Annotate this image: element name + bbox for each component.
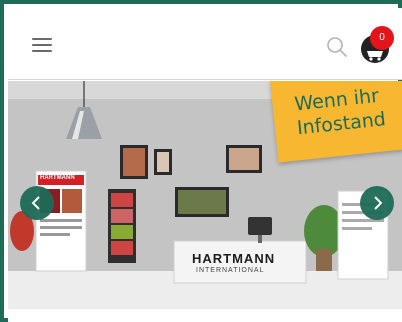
counter-subbrand: INTERNATIONAL: [196, 267, 265, 274]
search-button[interactable]: [324, 34, 350, 60]
cart-count-badge: 0: [370, 26, 394, 50]
carousel-next-button[interactable]: [360, 186, 394, 220]
promo-banner: Wenn ihr Infostand: [270, 81, 402, 163]
chevron-right-icon: [374, 196, 383, 210]
app-frame: 0 HARTMANN HARTMANN INTERNATIONAL Wenn i…: [0, 0, 402, 322]
counter-brand: HARTMANN: [192, 251, 276, 266]
virtual-booth-hero: HARTMANN HARTMANN INTERNATIONAL Wenn ihr…: [8, 81, 402, 309]
cart-button[interactable]: 0: [356, 26, 398, 68]
chevron-left-icon: [31, 196, 40, 210]
top-header: 0: [8, 8, 402, 80]
hamburger-icon[interactable]: [32, 38, 52, 52]
search-icon: [327, 37, 347, 57]
content-area: [8, 309, 402, 322]
carousel-prev-button[interactable]: [20, 186, 54, 220]
poster-brand: HARTMANN: [40, 175, 75, 181]
